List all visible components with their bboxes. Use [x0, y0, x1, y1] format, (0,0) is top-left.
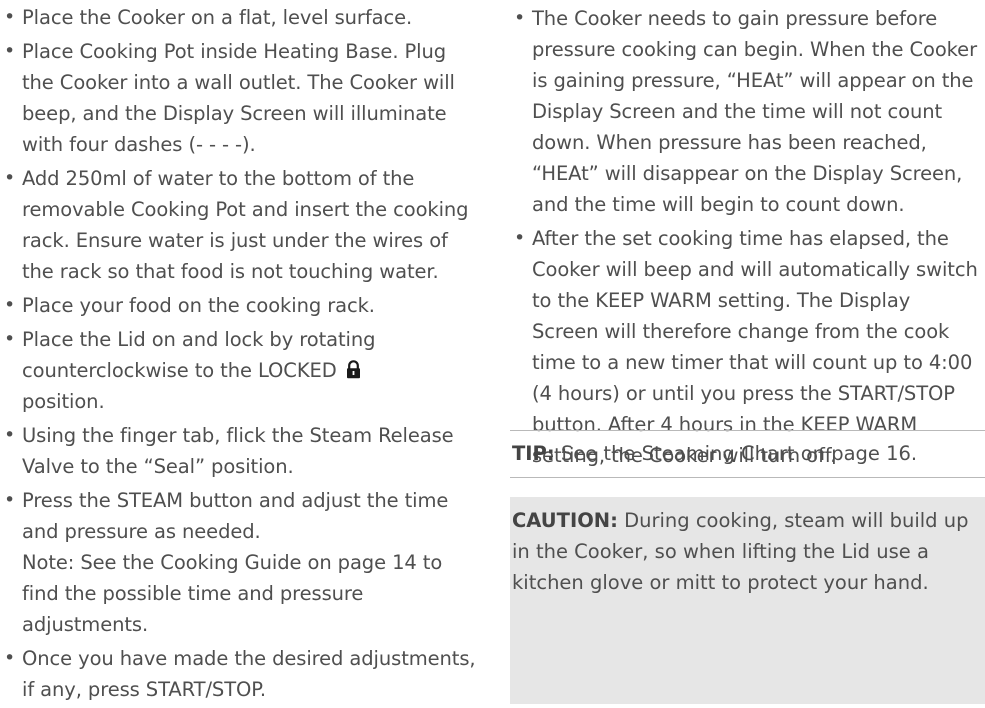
right-column: • The Cooker needs to gain pressure befor…: [510, 0, 980, 474]
step-text: Place Cooking Pot inside Heating Base. P…: [22, 40, 455, 156]
tip-label: TIP:: [512, 442, 555, 465]
caution-label: CAUTION:: [512, 509, 618, 532]
bullet: •: [4, 6, 16, 28]
list-item: • Place the Cooker on a flat, level surfa…: [0, 2, 478, 33]
step-text: Place the Cooker on a flat, level surfac…: [22, 6, 413, 29]
list-item: • Once you have made the desired adjustme…: [0, 643, 478, 705]
list-item: • Place your food on the cooking rack.: [0, 290, 478, 321]
left-steps-list: • Place the Cooker on a flat, level surfa…: [0, 2, 478, 705]
step-text: Place the Lid on and lock by rotating co…: [22, 328, 376, 382]
bullet: •: [4, 489, 16, 511]
step-text: Place your food on the cooking rack.: [22, 294, 375, 317]
bullet: •: [4, 424, 16, 446]
step-text: The Cooker needs to gain pressure before…: [532, 7, 977, 216]
list-item: • Press the STEAM button and adjust the t…: [0, 485, 478, 640]
list-item: • Add 250ml of water to the bottom of the…: [0, 163, 478, 287]
bullet: •: [4, 294, 16, 316]
step-text-cont: position.: [22, 390, 105, 413]
list-item: • Place the Lid on and lock by rotating c…: [0, 324, 478, 417]
list-item: • The Cooker needs to gain pressure befor…: [510, 3, 980, 220]
tip-box: TIP: See the Steaming Chart on page 16.: [510, 430, 985, 478]
bullet: •: [4, 40, 16, 62]
step-text: Once you have made the desired adjustmen…: [22, 647, 476, 701]
tip-text: See the Steaming Chart on page 16.: [560, 442, 918, 465]
step-text: Press the STEAM button and adjust the ti…: [22, 489, 449, 543]
step-text: Using the finger tab, flick the Steam Re…: [22, 424, 454, 478]
bullet: •: [4, 328, 16, 350]
list-item: • Place Cooking Pot inside Heating Base. …: [0, 36, 478, 160]
bullet: •: [4, 167, 16, 189]
bullet: •: [514, 7, 526, 29]
bullet: •: [4, 647, 16, 669]
left-column: • Place the Cooker on a flat, level surfa…: [0, 0, 478, 708]
instruction-page: • Place the Cooker on a flat, level surfa…: [0, 0, 985, 704]
bullet: •: [514, 227, 526, 249]
step-note: Note: See the Cooking Guide on page 14 t…: [22, 551, 443, 636]
step-text: Add 250ml of water to the bottom of the …: [22, 167, 469, 283]
caution-box: CAUTION: During cooking, steam will buil…: [510, 497, 985, 704]
list-item: • Using the finger tab, flick the Steam R…: [0, 420, 478, 482]
lock-icon: [346, 357, 361, 379]
right-steps-list: • The Cooker needs to gain pressure befor…: [510, 3, 980, 471]
